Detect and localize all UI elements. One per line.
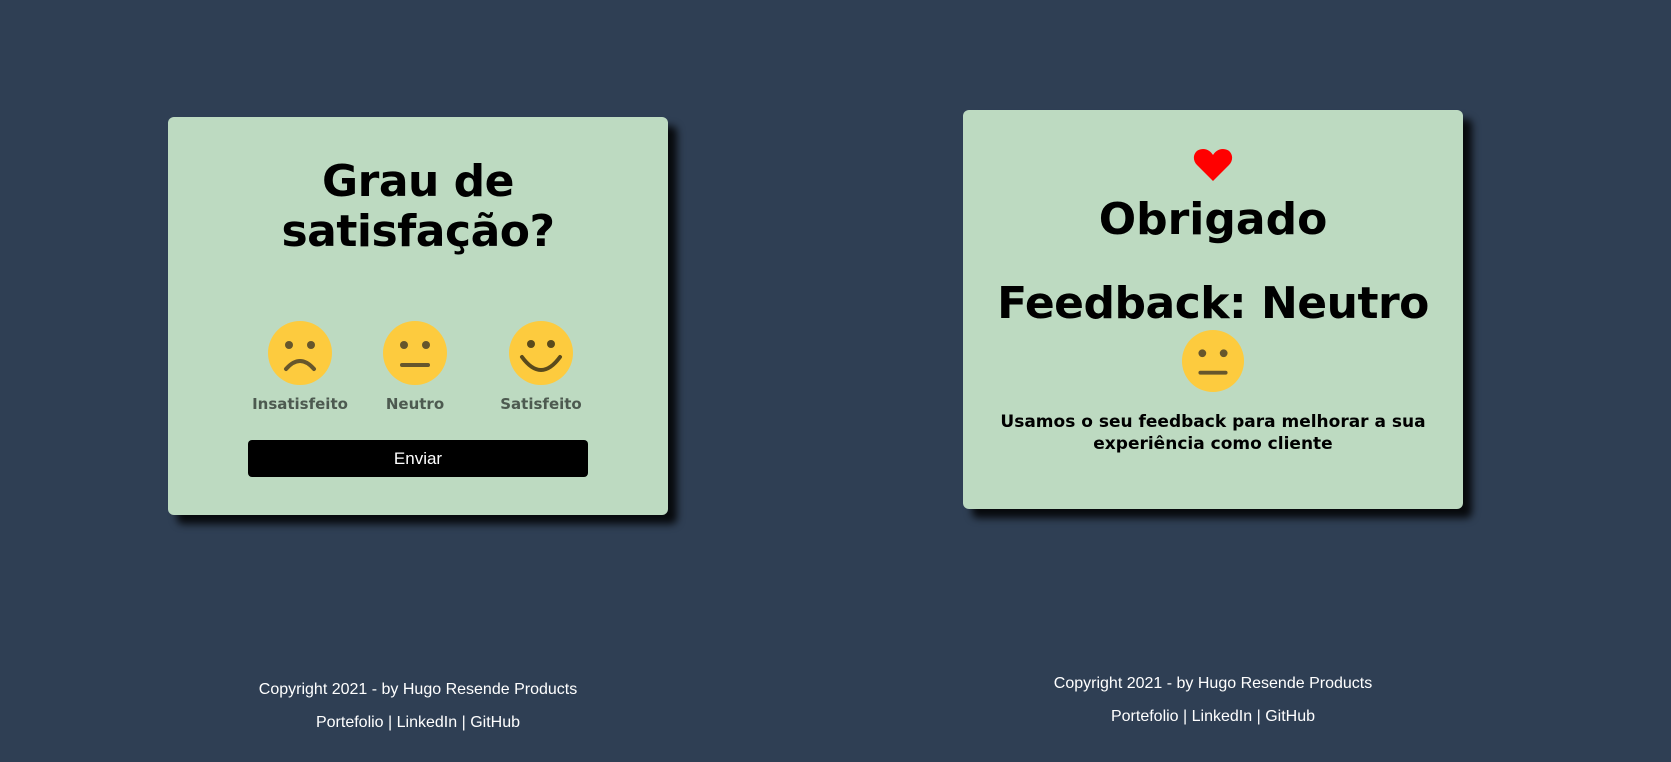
neutral-face-icon <box>1181 329 1245 393</box>
link-separator: | <box>1183 708 1188 725</box>
thanks-message: Usamos o seu feedback para melhorar a su… <box>1000 412 1426 454</box>
neutral-face-icon <box>383 321 447 385</box>
github-link[interactable]: GitHub <box>1265 708 1315 725</box>
rating-title: Grau de satisfação? <box>168 157 668 257</box>
link-separator: | <box>388 714 393 731</box>
rating-title-line1: Grau de <box>322 156 515 207</box>
rating-option-insatisfeito[interactable]: Insatisfeito <box>245 320 355 415</box>
happy-face-icon <box>509 321 573 385</box>
footer: Copyright 2021 - by Hugo Resende Product… <box>168 680 668 733</box>
copyright-text: Copyright 2021 - by Hugo Resende Product… <box>1053 675 1373 692</box>
send-button[interactable]: Enviar <box>248 440 588 477</box>
sad-face-icon <box>268 321 332 385</box>
portfolio-link[interactable]: Portefolio <box>316 714 384 731</box>
github-link[interactable]: GitHub <box>470 714 520 731</box>
rating-option-label: Neutro <box>385 395 445 413</box>
rating-option-label: Insatisfeito <box>252 395 348 413</box>
thanks-card: Obrigado Feedback: Neutro Usamos o seu f… <box>963 110 1463 509</box>
footer-links: Portefolio | LinkedIn | GitHub <box>963 707 1463 727</box>
rating-option-label: Satisfeito <box>500 395 582 413</box>
rating-option-satisfeito[interactable]: Satisfeito <box>486 320 596 415</box>
heart-icon <box>1193 149 1233 181</box>
linkedin-link[interactable]: LinkedIn <box>1192 708 1253 725</box>
rating-title-line2: satisfação? <box>281 206 555 257</box>
footer: Copyright 2021 - by Hugo Resende Product… <box>963 674 1463 727</box>
rating-option-neutro[interactable]: Neutro <box>360 320 470 415</box>
link-separator: | <box>461 714 466 731</box>
feedback-result: Feedback: Neutro <box>997 278 1429 329</box>
linkedin-link[interactable]: LinkedIn <box>397 714 458 731</box>
rating-card: Grau de satisfação? Insatisfeito Neutro S… <box>168 117 668 515</box>
portfolio-link[interactable]: Portefolio <box>1111 708 1179 725</box>
copyright-text: Copyright 2021 - by Hugo Resende Product… <box>258 681 578 698</box>
footer-links: Portefolio | LinkedIn | GitHub <box>168 713 668 733</box>
link-separator: | <box>1256 708 1261 725</box>
thanks-title: Obrigado <box>1098 194 1328 245</box>
